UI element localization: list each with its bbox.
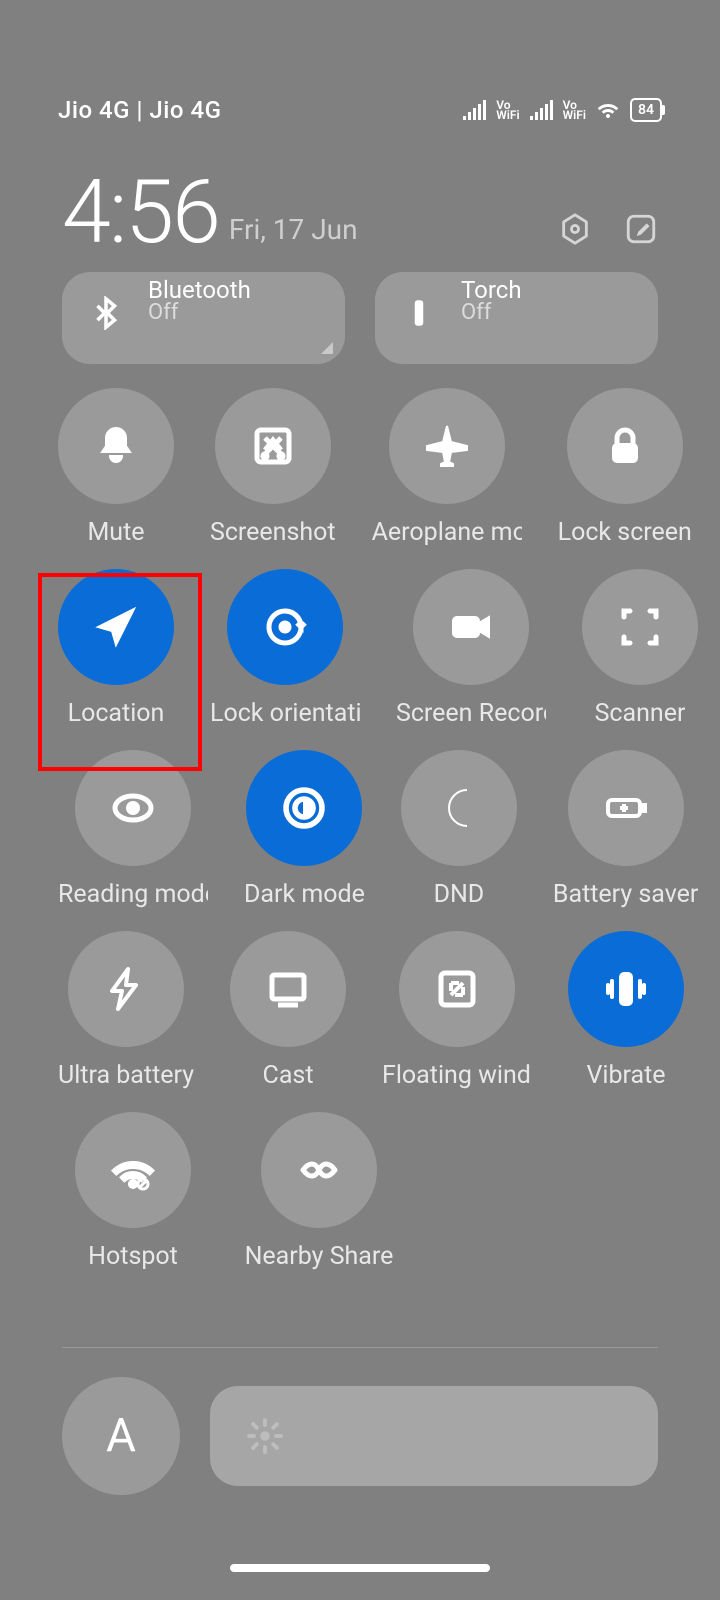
hotspot-icon[interactable] — [75, 1112, 191, 1228]
bluetooth-icon — [86, 293, 126, 333]
tile-label: Screenshot — [210, 518, 336, 547]
tile-label: Lock screen — [558, 518, 692, 547]
tile-label: Battery saver — [553, 880, 699, 909]
qs-grid: MuteScreenshotAeroplane modeLock screenL… — [58, 388, 662, 1293]
cam-icon[interactable] — [413, 569, 529, 685]
scan-icon[interactable] — [582, 569, 698, 685]
vowifi-icon: VoWiFi — [496, 100, 519, 120]
tile-screenshot[interactable]: Screenshot — [210, 388, 336, 547]
auto-brightness-label: A — [106, 1409, 136, 1463]
tile-ultrabatt[interactable]: Ultra battery — [58, 931, 194, 1090]
large-tiles-row: BluetoothOff TorchOff — [62, 272, 658, 364]
tile-label: Lock orientation — [210, 699, 360, 728]
tile-airplane[interactable]: Aeroplane mode — [372, 388, 522, 547]
vibrate-icon[interactable] — [568, 931, 684, 1047]
eye-icon[interactable] — [75, 750, 191, 866]
tile-subtitle: Off — [148, 300, 251, 325]
tile-label: Ultra battery — [58, 1061, 194, 1090]
brightness-bar: A — [62, 1377, 658, 1495]
tile-label: Location — [68, 699, 165, 728]
qs-header: 4:56 Fri, 17 Jun — [62, 178, 658, 248]
tile-label: DND — [434, 880, 485, 909]
tile-label: Aeroplane mode — [372, 518, 522, 547]
tile-label: Screen Recorder — [396, 699, 546, 728]
auto-brightness-button[interactable]: A — [62, 1377, 180, 1495]
tile-label: Mute — [87, 518, 144, 547]
tile-nearby[interactable]: Nearby Share — [244, 1112, 394, 1271]
screenshot-icon[interactable] — [215, 388, 331, 504]
tile-battsave[interactable]: Battery saver — [553, 750, 699, 909]
float-icon[interactable] — [399, 931, 515, 1047]
tile-dnd[interactable]: DND — [401, 750, 517, 909]
tile-scanner[interactable]: Scanner — [582, 569, 698, 728]
moon-icon[interactable] — [401, 750, 517, 866]
tile-reading[interactable]: Reading mode — [58, 750, 208, 909]
bell-icon[interactable] — [58, 388, 174, 504]
tile-cast[interactable]: Cast — [230, 931, 346, 1090]
wifi-icon — [596, 96, 620, 124]
brightness-slider[interactable] — [210, 1386, 658, 1486]
tile-hotspot[interactable]: Hotspot — [58, 1112, 208, 1271]
dark-icon[interactable] — [246, 750, 362, 866]
tile-floating[interactable]: Floating windows — [382, 931, 532, 1090]
tile-screenrec[interactable]: Screen Recorder — [396, 569, 546, 728]
brightness-icon — [246, 1417, 284, 1455]
vowifi-icon: VoWiFi — [563, 100, 586, 120]
tile-label: Cast — [263, 1061, 314, 1090]
location-icon[interactable] — [58, 569, 174, 685]
tile-label: Hotspot — [88, 1242, 178, 1271]
tile-label: Dark mode — [244, 880, 365, 909]
tile-label: Scanner — [595, 699, 686, 728]
torch-icon — [399, 293, 439, 333]
settings-icon[interactable] — [558, 212, 592, 246]
lock-icon[interactable] — [567, 388, 683, 504]
tile-lockorient[interactable]: Lock orientation — [210, 569, 360, 728]
divider — [62, 1347, 658, 1348]
torch-tile[interactable]: TorchOff — [375, 272, 658, 364]
plane-icon[interactable] — [389, 388, 505, 504]
edit-icon[interactable] — [624, 212, 658, 246]
tile-location[interactable]: Location — [58, 569, 174, 728]
nav-pill[interactable] — [230, 1564, 490, 1572]
tile-label: Vibrate — [587, 1061, 666, 1090]
tile-mute[interactable]: Mute — [58, 388, 174, 547]
signal-bars-icon — [463, 100, 486, 120]
carrier-text: Jio 4G | Jio 4G — [58, 96, 221, 124]
tile-label: Floating windows — [382, 1061, 532, 1090]
tile-vibrate[interactable]: Vibrate — [568, 931, 684, 1090]
rotate-icon[interactable] — [227, 569, 343, 685]
date: Fri, 17 Jun — [229, 213, 358, 246]
tile-darkmode[interactable]: Dark mode — [244, 750, 365, 909]
bolt-icon[interactable] — [68, 931, 184, 1047]
clock: 4:56 — [62, 178, 219, 248]
tile-label: Reading mode — [58, 880, 208, 909]
signal-bars-icon — [530, 100, 553, 120]
cast-icon[interactable] — [230, 931, 346, 1047]
status-bar: Jio 4G | Jio 4G VoWiFi VoWiFi 84 — [0, 90, 720, 130]
battery-icon: 84 — [630, 98, 662, 122]
nearby-icon[interactable] — [261, 1112, 377, 1228]
tile-subtitle: Off — [461, 300, 522, 325]
tile-lockscreen[interactable]: Lock screen — [558, 388, 692, 547]
tile-label: Nearby Share — [245, 1242, 394, 1271]
expand-icon[interactable] — [321, 342, 333, 354]
battplus-icon[interactable] — [568, 750, 684, 866]
bluetooth-tile[interactable]: BluetoothOff — [62, 272, 345, 364]
